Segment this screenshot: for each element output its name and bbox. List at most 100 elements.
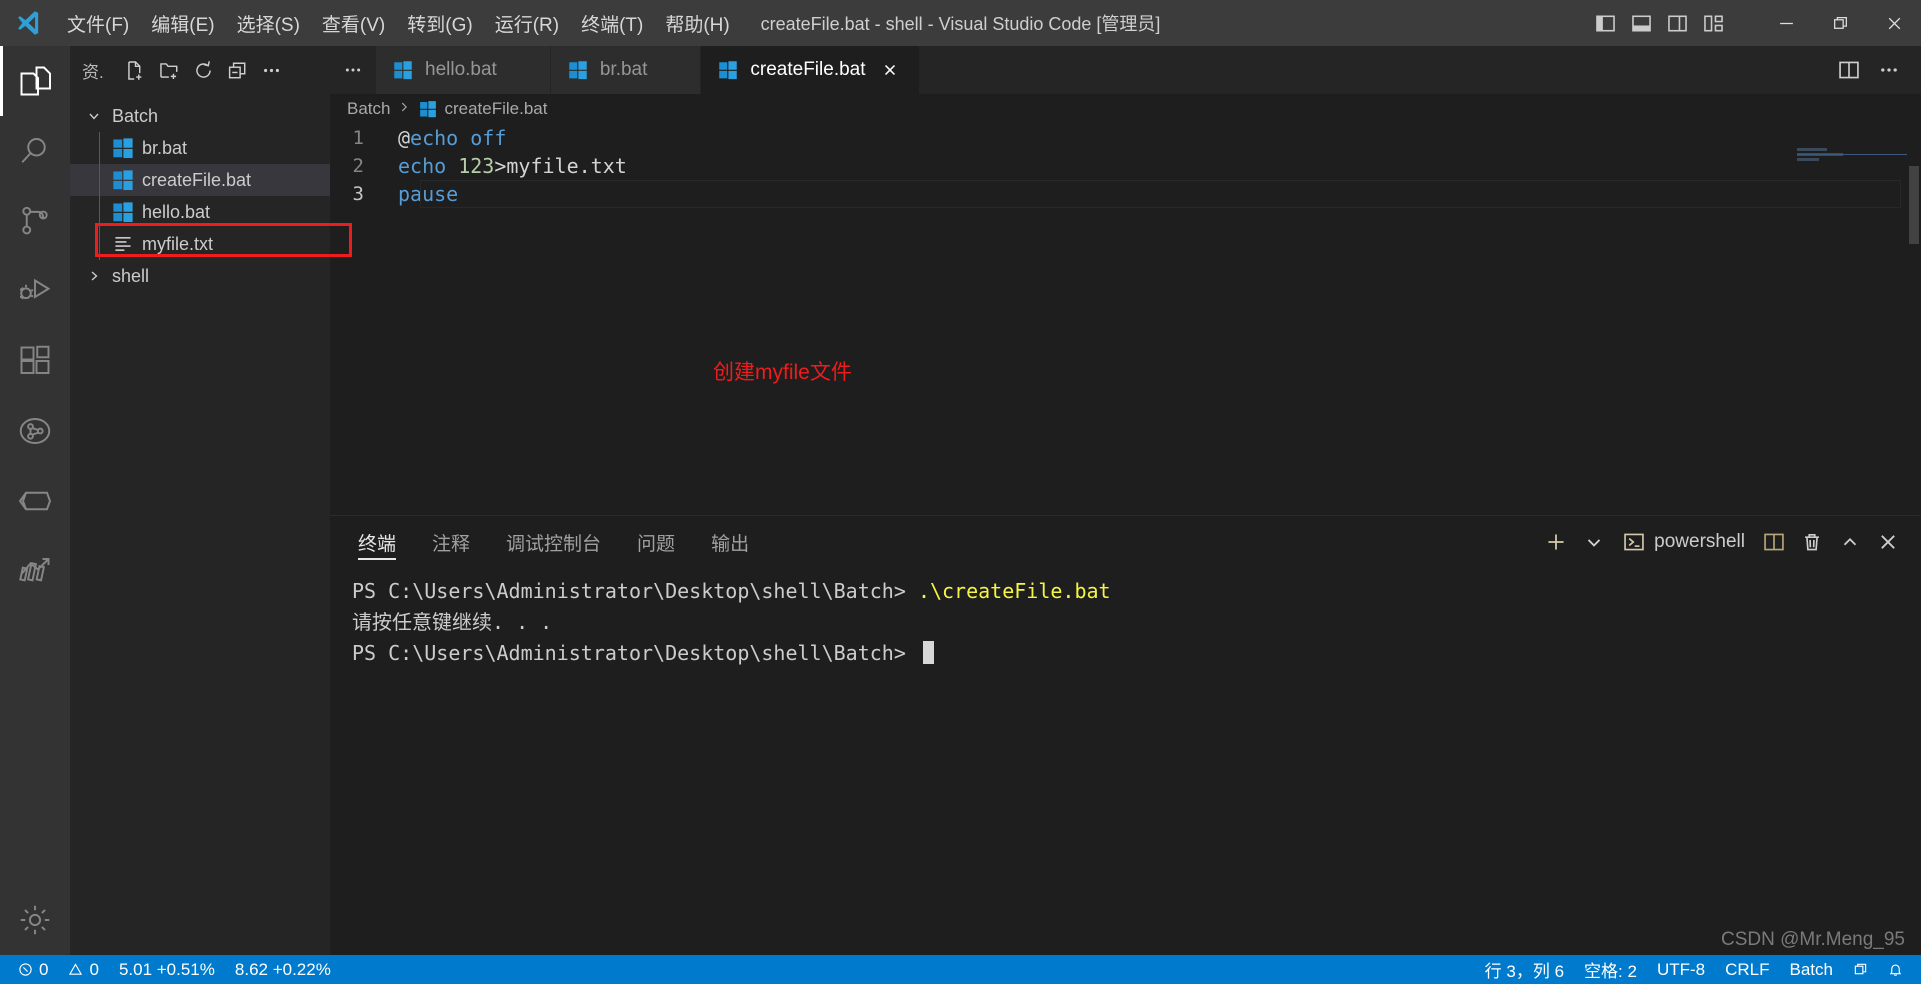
activity-source-control[interactable] bbox=[0, 186, 70, 256]
breadcrumb-item-folder[interactable]: Batch bbox=[347, 99, 390, 119]
editor-vertical-scrollbar[interactable] bbox=[1907, 124, 1921, 515]
tree-file-createfile-bat[interactable]: createFile.bat bbox=[70, 164, 330, 196]
tree-folder-shell[interactable]: shell bbox=[70, 260, 330, 292]
file-tree: Batch br.bat createFile.bat hello.bat my… bbox=[70, 94, 330, 292]
restore-button[interactable] bbox=[1813, 0, 1867, 46]
explorer-more-actions-button[interactable] bbox=[256, 54, 288, 86]
new-file-icon bbox=[128, 60, 142, 80]
refresh-explorer-button[interactable] bbox=[188, 54, 220, 86]
activity-explorer[interactable] bbox=[0, 46, 70, 116]
terminal-shell-selector[interactable]: powershell bbox=[1615, 525, 1753, 559]
error-icon bbox=[19, 963, 32, 976]
tree-folder-batch[interactable]: Batch bbox=[70, 100, 330, 132]
activity-extensions[interactable] bbox=[0, 326, 70, 396]
minimap[interactable] bbox=[1789, 124, 1907, 515]
activity-search[interactable] bbox=[0, 116, 70, 186]
breadcrumb-item-file[interactable]: createFile.bat bbox=[418, 99, 547, 119]
tab-close-button[interactable] bbox=[658, 57, 684, 83]
run-debug-icon bbox=[20, 278, 51, 300]
status-bar: 0 0 5.01 +0.51% 8.62 +0.22% 行 3，列 6 空格: … bbox=[0, 955, 1921, 984]
tab-comments[interactable]: 注释 bbox=[432, 516, 470, 568]
toggle-primary-sidebar-button[interactable] bbox=[1587, 0, 1623, 46]
menu-edit[interactable]: 编辑(E) bbox=[140, 0, 225, 46]
toggle-panel-button[interactable] bbox=[1623, 0, 1659, 46]
status-ticker-1[interactable]: 5.01 +0.51% bbox=[109, 960, 225, 980]
menu-view[interactable]: 查看(V) bbox=[311, 0, 396, 46]
editor-area: hello.bat br.bat createFile.bat Batch cr… bbox=[330, 46, 1921, 955]
vscode-window: 文件(F) 编辑(E) 选择(S) 查看(V) 转到(G) 运行(R) 终端(T… bbox=[0, 0, 1921, 984]
close-icon bbox=[1881, 535, 1895, 549]
tab-close-button[interactable] bbox=[877, 57, 903, 83]
activity-chart[interactable] bbox=[0, 536, 70, 606]
status-cursor-position[interactable]: 行 3，列 6 bbox=[1475, 957, 1574, 982]
status-indentation[interactable]: 空格: 2 bbox=[1574, 957, 1647, 982]
customize-layout-button[interactable] bbox=[1695, 0, 1731, 46]
tree-file-br-bat[interactable]: br.bat bbox=[70, 132, 330, 164]
collapse-folders-button[interactable] bbox=[222, 54, 254, 86]
menu-help[interactable]: 帮助(H) bbox=[654, 0, 740, 46]
editor-tab-createfile-bat[interactable]: createFile.bat bbox=[701, 46, 920, 94]
close-icon bbox=[1888, 17, 1900, 29]
gear-icon bbox=[20, 905, 50, 935]
tree-file-myfile-txt[interactable]: myfile.txt bbox=[70, 228, 330, 260]
menu-selection[interactable]: 选择(S) bbox=[226, 0, 311, 46]
tree-file-hello-bat[interactable]: hello.bat bbox=[70, 196, 330, 228]
terminal-output[interactable]: PS C:\Users\Administrator\Desktop\shell\… bbox=[330, 568, 1921, 955]
menu-terminal[interactable]: 终端(T) bbox=[570, 0, 654, 46]
menu-file[interactable]: 文件(F) bbox=[56, 0, 140, 46]
kill-terminal-button[interactable] bbox=[1795, 525, 1829, 559]
menu-run[interactable]: 运行(R) bbox=[484, 0, 570, 46]
explorer-title: 资. bbox=[82, 62, 104, 82]
new-terminal-button[interactable] bbox=[1539, 525, 1573, 559]
restore-icon bbox=[1833, 16, 1847, 29]
powershell-icon bbox=[1624, 533, 1644, 551]
menu-go[interactable]: 转到(G) bbox=[396, 0, 483, 46]
editor-more-actions-button[interactable] bbox=[1871, 52, 1907, 88]
tab-problems[interactable]: 问题 bbox=[637, 516, 675, 568]
tab-output[interactable]: 输出 bbox=[711, 516, 749, 568]
editor-tab-br-bat[interactable]: br.bat bbox=[550, 46, 702, 94]
workbench-body: 资. Batch br.bat createFile.bat hello.bat… bbox=[0, 46, 1921, 955]
new-folder-button[interactable] bbox=[154, 54, 186, 86]
toggle-panel-icon bbox=[1631, 14, 1651, 32]
maximize-panel-button[interactable] bbox=[1833, 525, 1867, 559]
status-language-mode[interactable]: Batch bbox=[1780, 960, 1843, 980]
minimize-button[interactable] bbox=[1759, 0, 1813, 46]
status-encoding[interactable]: UTF-8 bbox=[1647, 960, 1715, 980]
new-file-button[interactable] bbox=[120, 54, 152, 86]
explorer-header: 资. bbox=[70, 46, 330, 94]
tab-close-button[interactable] bbox=[508, 57, 534, 83]
activity-docker[interactable] bbox=[0, 466, 70, 536]
toggle-secondary-sidebar-button[interactable] bbox=[1659, 0, 1695, 46]
split-editor-right-button[interactable] bbox=[1831, 52, 1867, 88]
status-ticker-2[interactable]: 8.62 +0.22% bbox=[225, 960, 341, 980]
close-panel-button[interactable] bbox=[1871, 525, 1905, 559]
status-layout[interactable] bbox=[1843, 962, 1878, 977]
explorer-actions bbox=[120, 54, 288, 86]
window-controls bbox=[1587, 0, 1921, 46]
close-window-button[interactable] bbox=[1867, 0, 1921, 46]
tab-list-more-button[interactable] bbox=[330, 46, 376, 94]
tab-terminal[interactable]: 终端 bbox=[358, 516, 397, 568]
terminal-line: 请按任意键继续. . . bbox=[352, 607, 1921, 638]
ellipsis-icon bbox=[264, 68, 280, 72]
status-eol[interactable]: CRLF bbox=[1715, 960, 1779, 980]
status-notifications[interactable] bbox=[1878, 962, 1913, 977]
split-terminal-button[interactable] bbox=[1757, 525, 1791, 559]
code-line-current: 3 pause bbox=[330, 180, 1921, 208]
activity-manage-settings[interactable] bbox=[0, 885, 70, 955]
status-errors[interactable]: 0 bbox=[8, 960, 58, 980]
panel-actions: powershell bbox=[1539, 525, 1905, 559]
code-editor[interactable]: 1 @echo off 2 echo 123>myfile.txt 3 paus… bbox=[330, 124, 1921, 515]
activity-bar bbox=[0, 46, 70, 955]
scrollbar-thumb[interactable] bbox=[1909, 166, 1919, 244]
terminal-shell-name: powershell bbox=[1654, 531, 1745, 552]
refresh-icon bbox=[196, 60, 212, 78]
status-warnings[interactable]: 0 bbox=[58, 960, 108, 980]
activity-run-debug[interactable] bbox=[0, 256, 70, 326]
editor-tab-hello-bat[interactable]: hello.bat bbox=[376, 46, 551, 94]
terminal-command: .\createFile.bat bbox=[917, 579, 1111, 603]
activity-testing[interactable] bbox=[0, 396, 70, 466]
tab-debug-console[interactable]: 调试控制台 bbox=[506, 516, 601, 568]
new-terminal-dropdown-button[interactable] bbox=[1577, 525, 1611, 559]
